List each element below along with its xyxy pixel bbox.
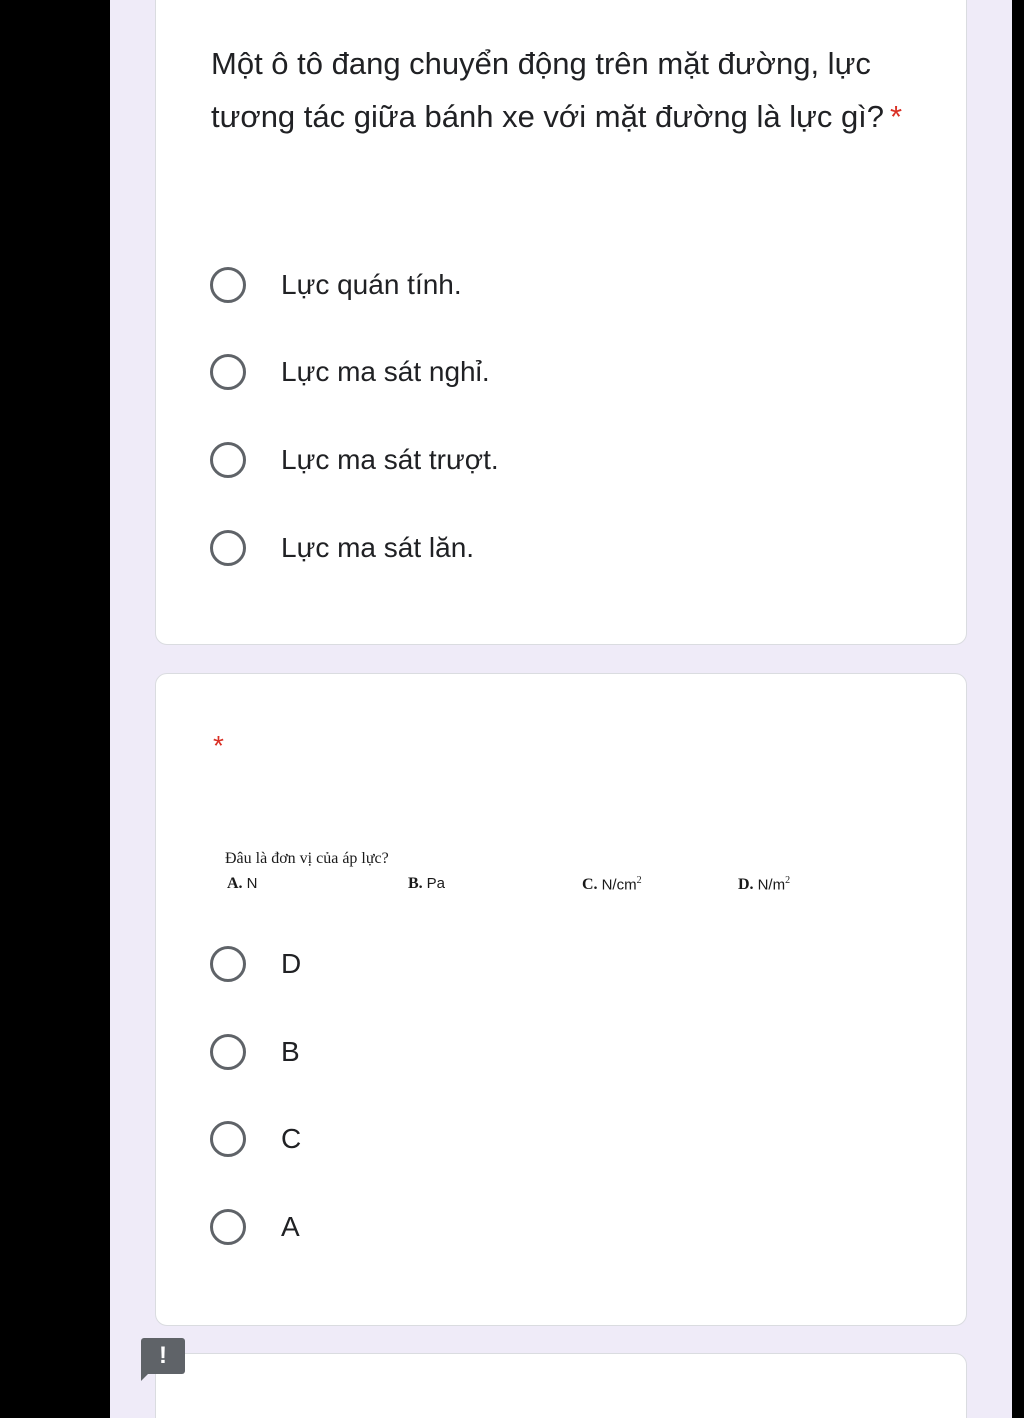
option-label: Lực ma sát trượt. [281, 444, 499, 475]
radio-button-icon[interactable] [210, 354, 246, 390]
radio-button-icon[interactable] [210, 530, 246, 566]
form-background: Một ô tô đang chuyển động trên mặt đường… [110, 0, 1012, 1418]
question-title-text: Một ô tô đang chuyển động trên mặt đường… [211, 46, 885, 134]
required-asterisk: * [890, 99, 903, 134]
radio-option-d[interactable]: D [210, 942, 301, 986]
radio-option-1[interactable]: Lực quán tính. [210, 263, 462, 307]
report-alert-tail [141, 1373, 149, 1381]
radio-option-4[interactable]: Lực ma sát lăn. [210, 526, 474, 570]
radio-option-b[interactable]: B [210, 1030, 300, 1074]
radio-button-icon[interactable] [210, 1034, 246, 1070]
option-label: Lực quán tính. [281, 269, 462, 300]
radio-button-icon[interactable] [210, 946, 246, 982]
radio-button-icon[interactable] [210, 1209, 246, 1245]
option-label: Lực ma sát nghỉ. [281, 356, 490, 387]
radio-option-3[interactable]: Lực ma sát trượt. [210, 438, 499, 482]
radio-option-c[interactable]: C [210, 1117, 301, 1161]
image-choice-b: B. Pa [408, 875, 446, 892]
report-alert-icon[interactable]: ! [141, 1338, 185, 1374]
option-label: D [281, 948, 302, 979]
question-image: Đâu là đơn vị của áp lực? A. N B. Pa C. N/c… [225, 850, 845, 900]
radio-button-icon[interactable] [210, 442, 246, 478]
radio-button-icon[interactable] [210, 1121, 246, 1157]
required-asterisk: * [213, 730, 224, 761]
question-card-2: * Đâu là đơn vị của áp lực? A. N B. Pa C. N… [155, 673, 967, 1326]
radio-option-a[interactable]: A [210, 1205, 300, 1249]
radio-button-icon[interactable] [210, 267, 246, 303]
image-choice-a: A. N [227, 875, 258, 892]
question-image-text: Đâu là đơn vị của áp lực? [225, 850, 389, 867]
option-label: B [281, 1036, 300, 1067]
radio-option-2[interactable]: Lực ma sát nghỉ. [210, 350, 490, 394]
option-label: C [281, 1123, 302, 1154]
question-card-3 [155, 1353, 967, 1418]
option-label: Lực ma sát lăn. [281, 532, 475, 563]
question-title: Một ô tô đang chuyển động trên mặt đường… [211, 37, 911, 143]
image-choice-c: C. N/cm2 [582, 875, 642, 894]
question-card-1: Một ô tô đang chuyển động trên mặt đường… [155, 0, 967, 645]
image-choice-d: D. N/m2 [738, 875, 791, 894]
option-label: A [281, 1211, 300, 1242]
